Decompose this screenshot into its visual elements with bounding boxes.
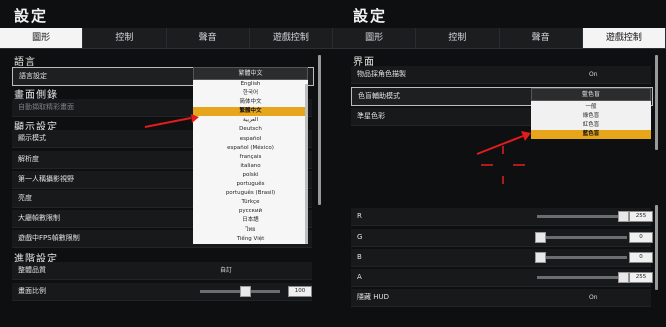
settings-panel-gameplay: 設定 圖形 控制 聲音 遊戲控制 界面 物品採角色描製 On 色盲輔助模式 準星… xyxy=(333,0,666,327)
crosshair-color-label: 準星色彩 xyxy=(357,112,385,120)
tab-controls[interactable]: 控制 xyxy=(416,28,500,48)
quality-label: 整體品質 xyxy=(18,266,46,274)
hide-hud-row[interactable]: 隱藏 HUD On xyxy=(351,289,651,307)
green-input[interactable]: 0 xyxy=(629,232,653,243)
pointer-arrow-icon xyxy=(476,131,531,155)
screen-scale-slider-handle[interactable] xyxy=(239,286,251,297)
language-option[interactable]: Türkçe xyxy=(193,198,308,207)
language-option[interactable]: 简体中文 xyxy=(193,98,308,107)
red-input[interactable]: 255 xyxy=(629,211,653,222)
hide-hud-value[interactable]: On xyxy=(589,289,598,306)
green-slider-handle[interactable] xyxy=(535,232,546,243)
brightness-label: 亮度 xyxy=(18,194,32,202)
blue-slider[interactable] xyxy=(535,252,627,263)
alpha-slider[interactable] xyxy=(537,272,629,283)
alpha-slider-handle[interactable] xyxy=(618,272,629,283)
red-slider[interactable] xyxy=(537,211,629,222)
item-outline-row[interactable]: 物品採角色描製 On xyxy=(351,66,651,84)
language-option[interactable]: ไทย xyxy=(193,226,308,235)
fpp-fov-label: 第一人稱攝影視野 xyxy=(18,175,74,183)
colorblind-options: 一般 綠色盲 紅色盲 藍色盲 xyxy=(531,101,651,140)
alpha-row[interactable]: A 255 xyxy=(351,269,653,287)
tab-graphics[interactable]: 圖形 xyxy=(0,28,84,48)
settings-title: 設定 xyxy=(353,7,388,25)
language-option[interactable]: Tiếng Việt xyxy=(193,235,308,244)
scrollbar[interactable] xyxy=(318,55,321,205)
tab-gameplay[interactable]: 遊戲控制 xyxy=(582,28,666,48)
language-option[interactable]: polski xyxy=(193,171,308,180)
blue-input[interactable]: 0 xyxy=(629,252,653,263)
language-option[interactable]: 한국어 xyxy=(193,89,308,98)
language-option[interactable]: português xyxy=(193,180,308,189)
resolution-label: 解析度 xyxy=(18,155,39,163)
tab-controls[interactable]: 控制 xyxy=(83,28,167,48)
language-dropdown[interactable]: 繁體中文 English 한국어 简体中文 繁體中文 العربية Deutsch esp… xyxy=(193,67,308,244)
screen-scale-input[interactable]: 100 xyxy=(288,286,312,297)
blue-slider-handle[interactable] xyxy=(535,252,546,263)
screen-scale-label: 畫面比例 xyxy=(18,287,46,295)
language-option[interactable]: 日本語 xyxy=(193,216,308,225)
alpha-label: A xyxy=(357,273,362,281)
language-option[interactable]: français xyxy=(193,153,308,162)
colorblind-option[interactable]: 紅色盲 xyxy=(531,121,651,130)
scrollbar[interactable] xyxy=(655,55,658,150)
language-option[interactable]: italiano xyxy=(193,162,308,171)
scrollbar[interactable] xyxy=(655,205,658,290)
colorblind-option[interactable]: 一般 xyxy=(531,103,651,112)
colorblind-option[interactable]: 藍色盲 xyxy=(531,130,651,140)
tab-sound[interactable]: 聲音 xyxy=(167,28,250,48)
settings-tabs: 圖形 控制 聲音 遊戲控制 xyxy=(0,28,333,49)
language-dropdown-selected[interactable]: 繁體中文 xyxy=(193,67,308,80)
language-option[interactable]: español xyxy=(193,135,308,144)
blue-label: B xyxy=(357,253,362,261)
colorblind-dropdown-selected[interactable]: 藍色盲 xyxy=(531,88,651,101)
language-option[interactable]: русский xyxy=(193,207,308,216)
settings-panel-graphics: 設定 圖形 控制 聲音 遊戲控制 語言 語言設定 畫面側錄 自動擷取精彩畫面 顯… xyxy=(0,0,333,327)
auto-record-label: 自動擷取精彩畫面 xyxy=(18,103,74,111)
red-label: R xyxy=(357,212,362,220)
red-slider-handle[interactable] xyxy=(618,211,629,222)
red-row[interactable]: R 255 xyxy=(351,208,653,226)
green-label: G xyxy=(357,233,363,241)
settings-title: 設定 xyxy=(14,7,49,25)
language-options: English 한국어 简体中文 繁體中文 العربية Deutsch español e… xyxy=(193,80,308,244)
quality-row[interactable]: 整體品質 自訂 xyxy=(12,262,312,280)
lobby-fps-label: 大廳幀數限制 xyxy=(18,214,60,222)
section-language: 語言 xyxy=(14,57,36,68)
green-row[interactable]: G 0 xyxy=(351,229,653,247)
pointer-arrow-icon xyxy=(144,114,199,128)
language-option[interactable]: English xyxy=(193,80,308,89)
green-slider[interactable] xyxy=(535,232,627,243)
tab-gameplay[interactable]: 遊戲控制 xyxy=(250,28,333,48)
quality-value[interactable]: 自訂 xyxy=(220,262,232,279)
tab-sound[interactable]: 聲音 xyxy=(500,28,583,48)
language-dropdown-scrollbar[interactable] xyxy=(305,84,308,244)
alpha-input[interactable]: 255 xyxy=(629,272,653,283)
item-outline-label: 物品採角色描製 xyxy=(357,70,406,78)
display-mode-label: 顯示模式 xyxy=(18,134,46,142)
language-option[interactable]: español (México) xyxy=(193,144,308,153)
settings-tabs: 圖形 控制 聲音 遊戲控制 xyxy=(333,28,666,49)
hide-hud-label: 隱藏 HUD xyxy=(357,293,390,301)
language-option[interactable]: 繁體中文 xyxy=(193,107,308,117)
language-option[interactable]: Deutsch xyxy=(193,125,308,134)
language-setting-label: 語言設定 xyxy=(19,72,47,80)
screen-scale-row[interactable]: 畫面比例 100 xyxy=(12,283,312,301)
language-option[interactable]: العربية xyxy=(193,116,308,125)
colorblind-option[interactable]: 綠色盲 xyxy=(531,112,651,121)
ingame-fps-label: 遊戲中FPS幀數限制 xyxy=(18,234,80,242)
colorblind-dropdown[interactable]: 藍色盲 一般 綠色盲 紅色盲 藍色盲 xyxy=(531,88,651,140)
colorblind-mode-label: 色盲輔助模式 xyxy=(358,92,400,100)
screen-scale-slider[interactable] xyxy=(200,286,280,297)
blue-row[interactable]: B 0 xyxy=(351,249,653,267)
tab-graphics[interactable]: 圖形 xyxy=(333,28,417,48)
item-outline-value[interactable]: On xyxy=(589,66,598,83)
language-option[interactable]: português (Brasil) xyxy=(193,189,308,198)
